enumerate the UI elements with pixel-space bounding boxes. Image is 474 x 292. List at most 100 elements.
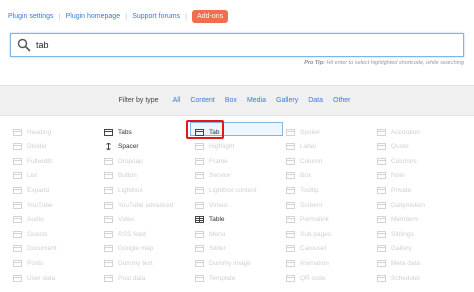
shortcode-fullwidth[interactable]: Fullwidth — [13, 154, 53, 168]
shortcode-carousel[interactable]: Carousel — [286, 242, 326, 256]
search-input[interactable] — [36, 40, 416, 50]
button-icon — [104, 172, 113, 180]
shortcode-spoiler[interactable]: Spoiler — [286, 125, 320, 139]
column-icon — [286, 157, 295, 165]
shortcode-tooltip[interactable]: Tooltip — [286, 183, 319, 197]
shortcode-table[interactable]: Table — [195, 213, 225, 227]
shortcode-frame[interactable]: Frame — [195, 154, 228, 168]
shortcode-column[interactable]: Column — [286, 154, 322, 168]
carousel-icon — [286, 245, 295, 253]
pro-tip-text: Hit enter to select highlighted shortcod… — [326, 60, 464, 66]
shortcode-youtube-advanced[interactable]: YouTube advanced — [104, 198, 174, 212]
shortcode-accordion[interactable]: Accordion — [377, 125, 420, 139]
shortcode-google-map[interactable]: Google map — [104, 242, 153, 256]
shortcode-menu[interactable]: Menu — [195, 227, 225, 241]
shortcode-post-data[interactable]: Post data — [104, 271, 145, 285]
shortcode-private[interactable]: Private — [377, 183, 411, 197]
shortcode-note[interactable]: Note — [377, 169, 405, 183]
shortcode-service[interactable]: Service — [195, 169, 231, 183]
shortcode-dummy-image[interactable]: Dummy image — [195, 256, 251, 270]
dummy-text-icon — [104, 259, 113, 267]
vimeo-icon — [195, 201, 204, 209]
shortcode-label: Video — [118, 216, 135, 224]
video-icon — [104, 216, 113, 224]
shortcode-label: Tabs — [118, 128, 132, 136]
shortcode-video[interactable]: Video — [104, 213, 135, 227]
shortcode-spacer[interactable]: Spacer — [104, 140, 139, 154]
list-icon — [13, 172, 22, 180]
private-icon — [377, 186, 386, 194]
shortcode-label: Lightbox content — [209, 186, 257, 194]
shortcode-tabs[interactable]: Tabs — [104, 125, 132, 139]
shortcode-label: Menu — [209, 230, 226, 238]
shortcode-animation[interactable]: Animation — [286, 256, 329, 270]
shortcode-template[interactable]: Template — [195, 271, 235, 285]
pro-tip: Pro Tip: Hit enter to select highlighted… — [304, 60, 464, 66]
support-forums-link[interactable]: Support forums — [132, 13, 180, 20]
shortcode-sub-pages[interactable]: Sub pages — [286, 227, 331, 241]
plugin-homepage-link[interactable]: Plugin homepage — [66, 13, 121, 20]
shortcode-meta-data[interactable]: Meta data — [377, 256, 420, 270]
shortcode-search-box[interactable] — [10, 33, 464, 57]
shortcode-label: Tooltip — [300, 186, 319, 194]
filter-content[interactable]: Content — [190, 97, 215, 104]
shortcode-label[interactable]: Label — [286, 140, 316, 154]
filter-data[interactable]: Data — [308, 97, 323, 104]
filter-all[interactable]: All — [173, 97, 181, 104]
shortcode-dummy-text[interactable]: Dummy text — [104, 256, 153, 270]
animation-icon — [286, 259, 295, 267]
shortcode-list[interactable]: List — [13, 169, 37, 183]
shortcode-members[interactable]: Members — [377, 213, 418, 227]
permalink-icon — [286, 216, 295, 224]
fullwidth-icon — [13, 157, 22, 165]
shortcode-posts[interactable]: Posts — [13, 256, 43, 270]
shortcode-qr-code[interactable]: QR code — [286, 271, 326, 285]
shortcode-lightbox[interactable]: Lightbox — [104, 183, 143, 197]
shortcode-permalink[interactable]: Permalink — [286, 213, 329, 227]
google-map-icon — [104, 245, 113, 253]
shortcode-screenr[interactable]: Screenr — [286, 198, 323, 212]
shortcode-dailymotion[interactable]: Dailymotion — [377, 198, 425, 212]
shortcode-rss-feed[interactable]: RSS feed — [104, 227, 146, 241]
shortcode-button[interactable]: Button — [104, 169, 137, 183]
filter-title: Filter by type — [118, 97, 159, 104]
shortcode-box[interactable]: Box — [286, 169, 311, 183]
shortcode-label: Sub pages — [300, 230, 332, 238]
add-ons-button[interactable]: Add-ons — [192, 9, 229, 23]
shortcode-expand[interactable]: Expand — [13, 183, 49, 197]
shortcode-heading[interactable]: Heading — [13, 125, 51, 139]
filter-media[interactable]: Media — [247, 97, 266, 104]
frame-icon — [195, 157, 204, 165]
filter-other[interactable]: Other — [333, 97, 351, 104]
plugin-settings-link[interactable]: Plugin settings — [8, 13, 54, 20]
shortcode-label: Dummy image — [209, 259, 251, 267]
shortcode-youtube[interactable]: YouTube — [13, 198, 53, 212]
shortcode-audio[interactable]: Audio — [13, 213, 44, 227]
shortcode-vimeo[interactable]: Vimeo — [195, 198, 227, 212]
quote-icon — [377, 143, 386, 151]
shortcode-user-data[interactable]: User data — [13, 271, 55, 285]
dropcap-icon — [104, 157, 113, 165]
shortcode-document[interactable]: Document — [13, 242, 57, 256]
shortcode-label: Table — [209, 216, 225, 224]
shortcode-scheduler[interactable]: Scheduler — [377, 271, 420, 285]
shortcode-label: Carousel — [300, 245, 327, 253]
filter-box[interactable]: Box — [225, 97, 237, 104]
shortcode-grid: Heading Divider Fullwidth List Expand YouTube… — [0, 121, 474, 292]
heading-icon — [13, 128, 22, 136]
shortcode-quote[interactable]: Quote — [377, 140, 409, 154]
shortcode-lightbox-content[interactable]: Lightbox content — [195, 183, 257, 197]
shortcode-highlight[interactable]: Highlight — [195, 140, 234, 154]
shortcode-siblings[interactable]: Siblings — [377, 227, 414, 241]
shortcode-label: QR code — [300, 274, 326, 282]
shortcode-label: Guests — [27, 230, 48, 238]
shortcode-divider[interactable]: Divider — [13, 140, 47, 154]
shortcode-gallery[interactable]: Gallery — [377, 242, 412, 256]
shortcode-guests[interactable]: Guests — [13, 227, 48, 241]
shortcode-slider[interactable]: Slider — [195, 242, 226, 256]
shortcode-label: Slider — [209, 245, 226, 253]
shortcode-columns[interactable]: Columns — [377, 154, 417, 168]
filter-gallery[interactable]: Gallery — [276, 97, 298, 104]
annotation-highlight-box — [186, 120, 224, 139]
shortcode-dropcap[interactable]: Dropcap — [104, 154, 143, 168]
